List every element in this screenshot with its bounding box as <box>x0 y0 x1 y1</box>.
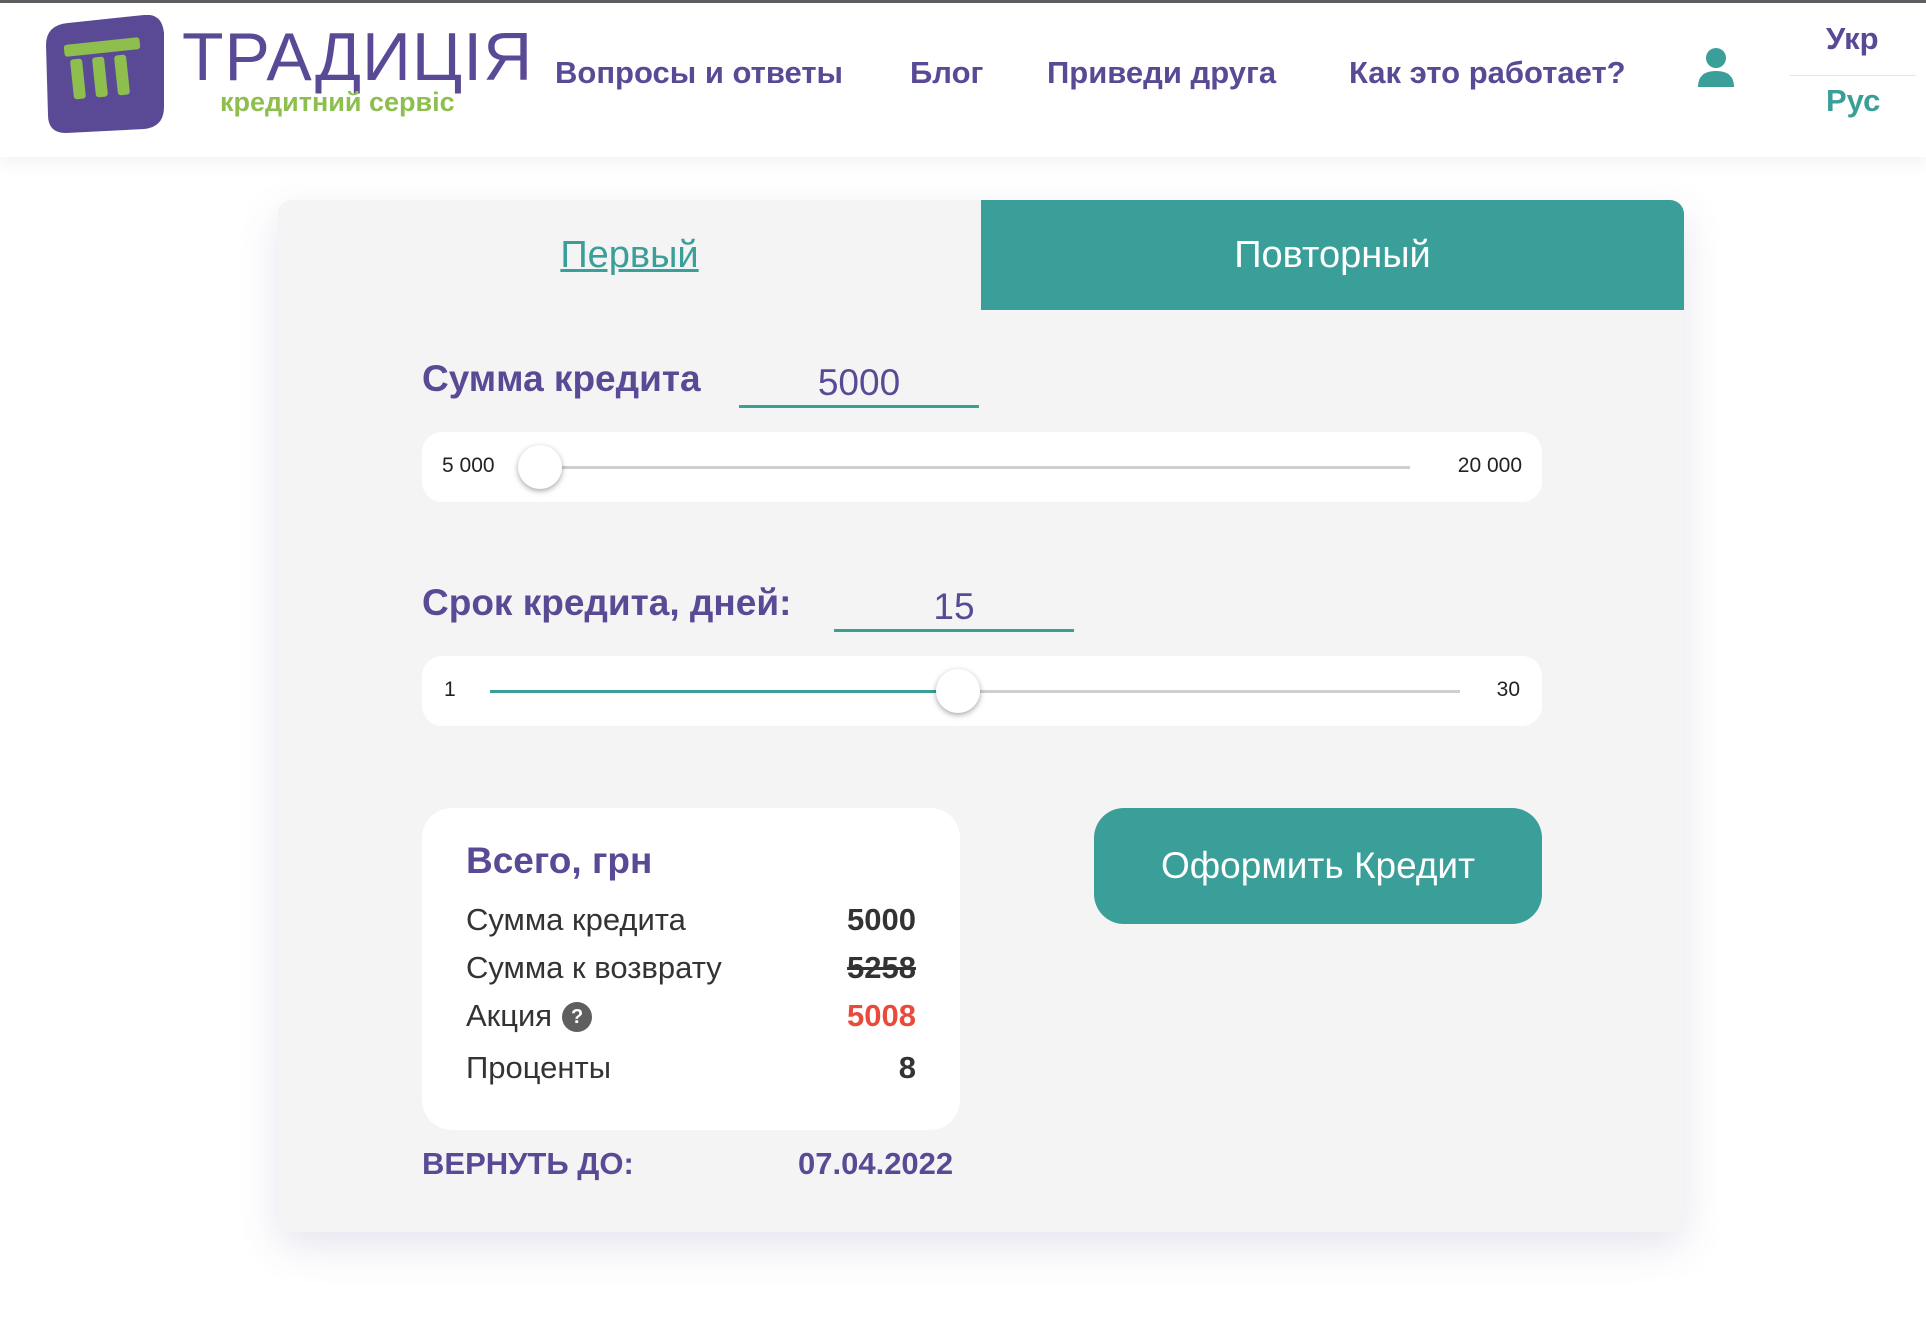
amount-slider-min: 5 000 <box>442 454 495 477</box>
summary-promo-value: 5008 <box>847 998 916 1033</box>
summary-loan-amount-label: Сумма кредита <box>466 902 686 937</box>
site-header: ТРАДИЦІЯ кредитний сервіс Вопросы и отве… <box>0 3 1926 157</box>
help-icon[interactable]: ? <box>562 1002 593 1032</box>
summary-promo-label: Акция <box>466 998 553 1033</box>
amount-slider[interactable]: 5 000 20 000 <box>422 432 1542 502</box>
tab-first[interactable]: Первый <box>278 200 981 310</box>
summary-repay-amount-value: 5258 <box>847 950 916 985</box>
summary-interest-label: Проценты <box>466 1050 612 1085</box>
term-slider-fill <box>490 690 959 693</box>
lang-divider <box>1790 75 1916 76</box>
nav-faq[interactable]: Вопросы и ответы <box>555 55 843 91</box>
amount-slider-track[interactable] <box>540 466 1410 469</box>
summary-promo-row: Акция? <box>466 998 593 1034</box>
term-slider-min: 1 <box>444 678 456 701</box>
summary-title: Всего, грн <box>466 840 653 881</box>
amount-input[interactable] <box>739 360 979 408</box>
summary-loan-amount-value: 5000 <box>847 902 916 937</box>
term-slider-max: 30 <box>1496 678 1520 701</box>
amount-slider-thumb[interactable] <box>518 445 562 489</box>
term-label: Срок кредита, дней: <box>422 582 792 623</box>
logo-subtitle: кредитний сервіс <box>220 87 455 117</box>
user-icon[interactable] <box>1696 47 1736 89</box>
logo-icon[interactable] <box>46 15 164 133</box>
term-input[interactable] <box>834 584 1074 632</box>
nav-blog[interactable]: Блог <box>910 55 983 91</box>
term-slider-thumb[interactable] <box>936 669 981 713</box>
nav-how-it-works[interactable]: Как это работает? <box>1349 55 1626 91</box>
lang-rus-link[interactable]: Рус <box>1826 83 1880 119</box>
amount-slider-max: 20 000 <box>1457 454 1522 477</box>
nav-refer-friend[interactable]: Приведи друга <box>1047 55 1276 91</box>
lang-ukr-link[interactable]: Укр <box>1826 21 1879 57</box>
logo-title[interactable]: ТРАДИЦІЯ <box>182 21 533 93</box>
term-slider[interactable]: 1 30 <box>422 656 1542 726</box>
apply-loan-button[interactable]: Оформить Кредит <box>1094 808 1542 924</box>
tab-repeat[interactable]: Повторный <box>981 200 1684 310</box>
return-by-label: ВЕРНУТЬ ДО: <box>422 1146 634 1181</box>
return-by-date: 07.04.2022 <box>798 1146 954 1181</box>
summary-interest-value: 8 <box>898 1050 916 1085</box>
loan-calculator-card: Первый Повторный Сумма кредита 5 000 20 … <box>278 200 1684 1232</box>
summary-repay-amount-label: Сумма к возврату <box>466 950 722 985</box>
amount-label: Сумма кредита <box>422 358 701 399</box>
summary-panel: Всего, грн Сумма кредита 5000 Сумма к во… <box>422 808 960 1130</box>
